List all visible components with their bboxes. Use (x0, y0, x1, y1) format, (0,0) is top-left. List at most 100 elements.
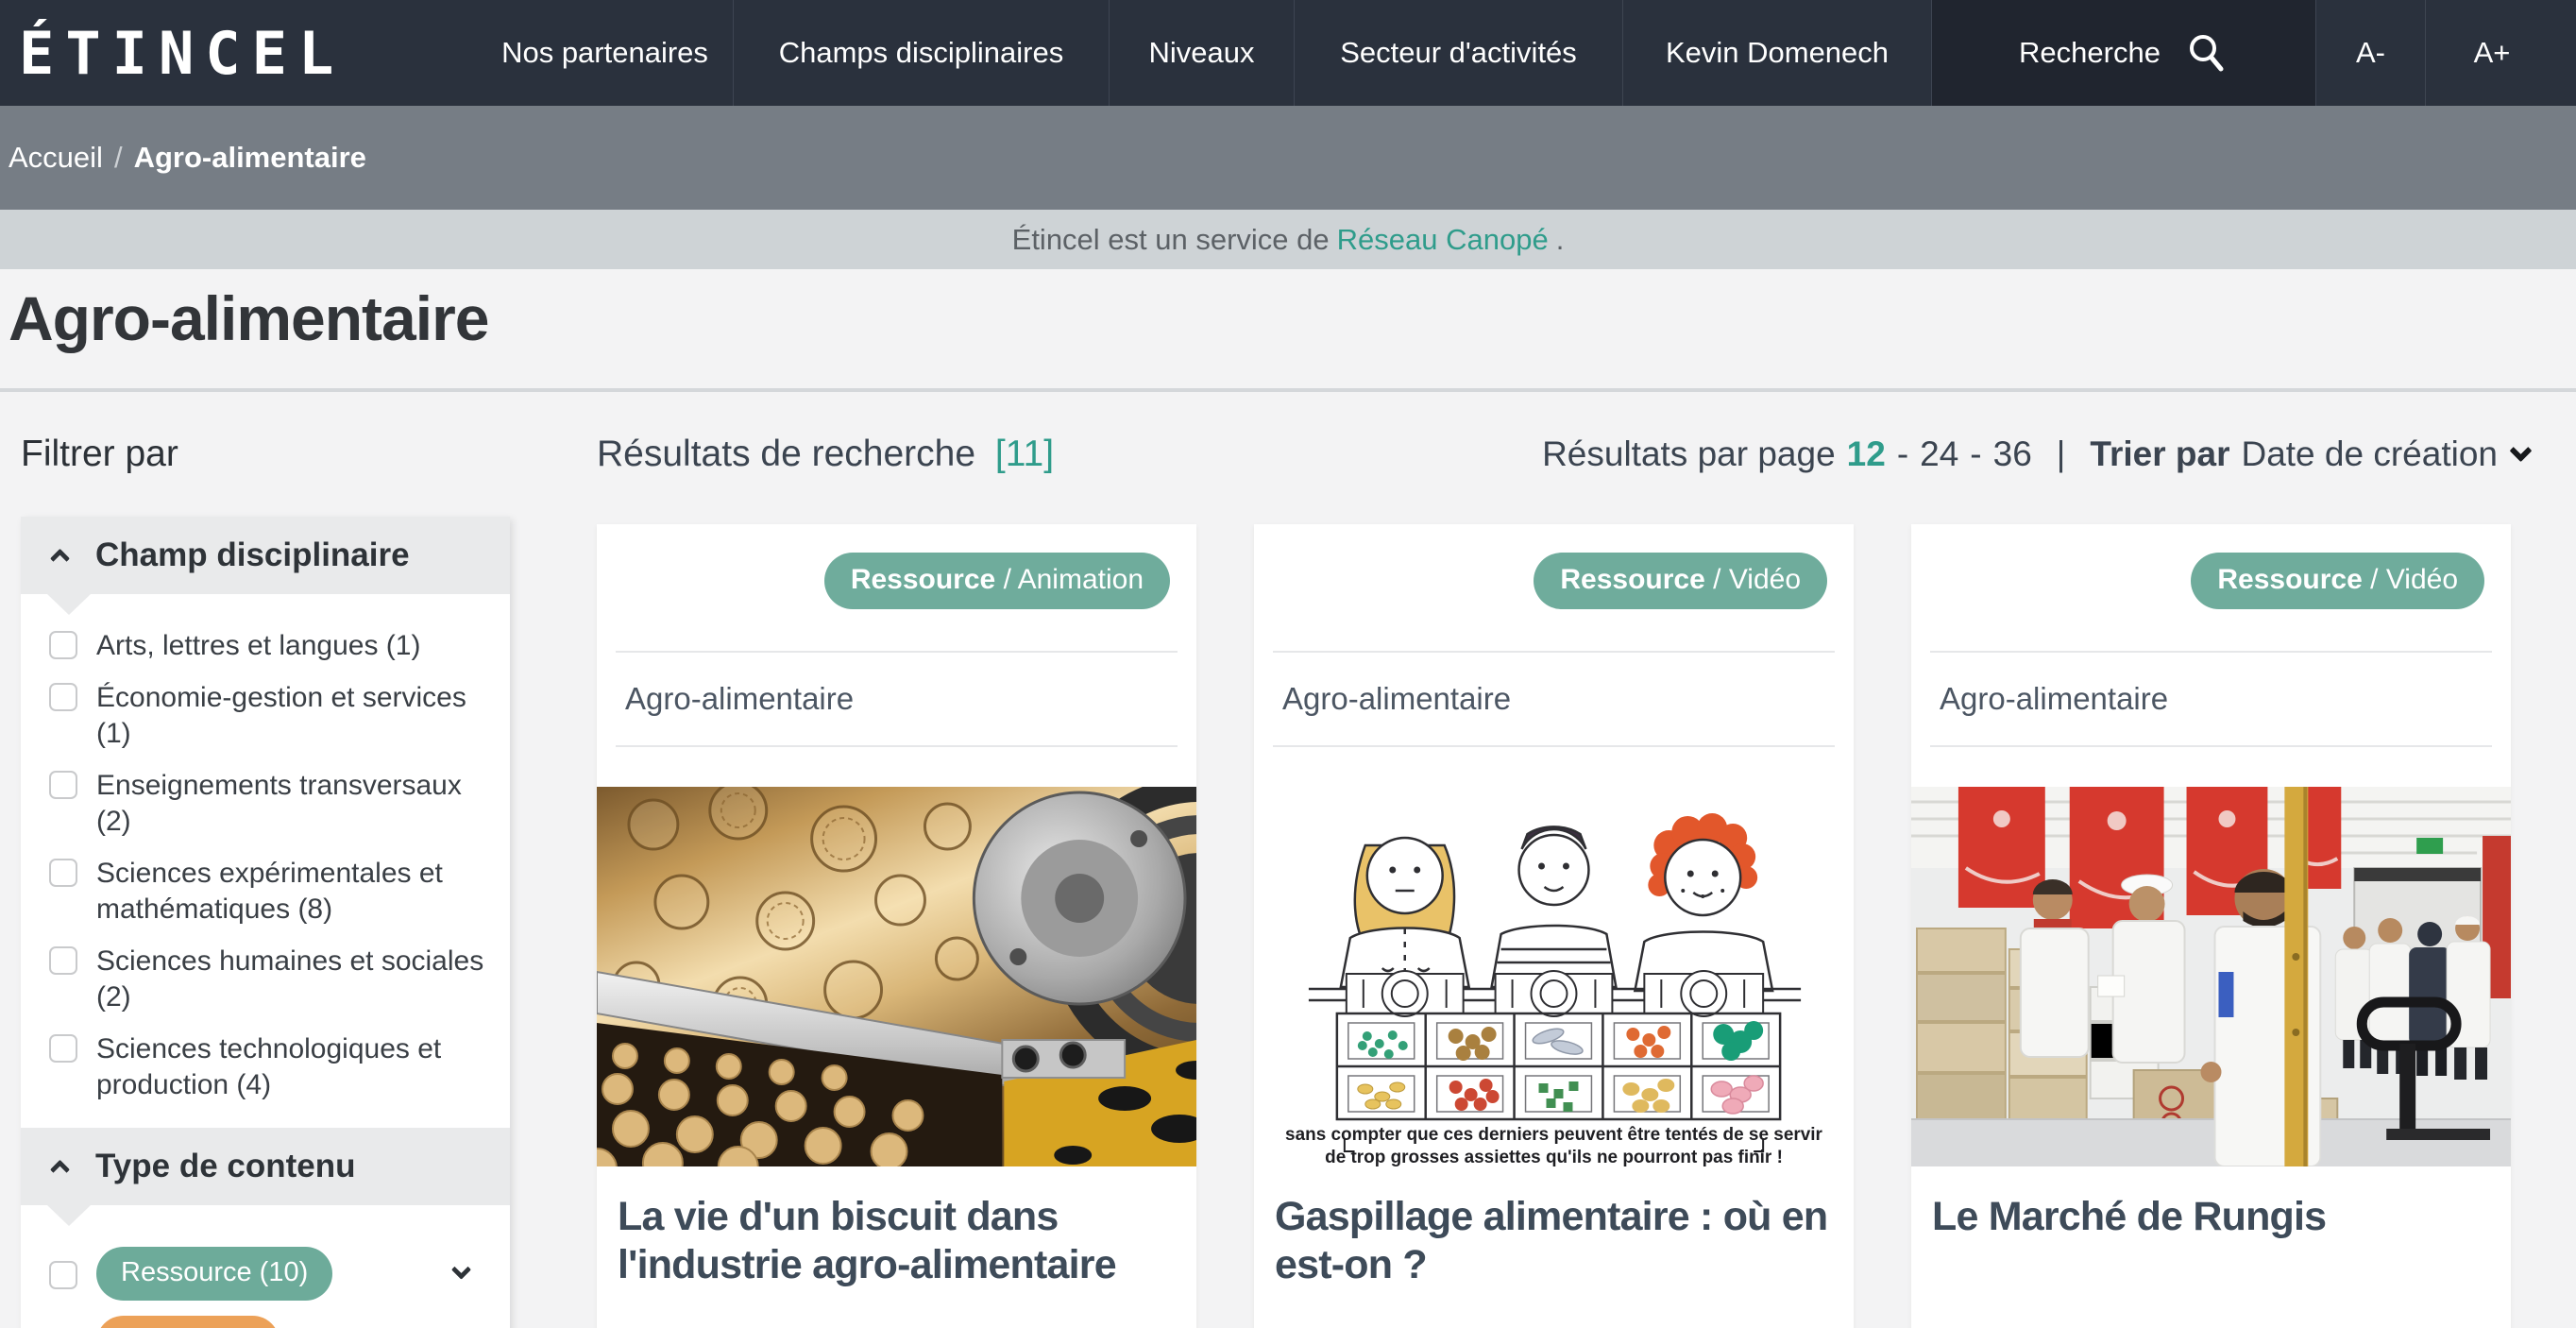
type-badge: Ressource / Vidéo (2191, 553, 2484, 609)
badge-format: Vidéo (1729, 564, 1801, 595)
filter-option-label: Arts, lettres et langues (1) (96, 628, 420, 664)
chevron-up-icon (50, 1159, 70, 1179)
filter-checkbox[interactable] (49, 1034, 77, 1063)
image-caption-line1: sans compter que ces derniers peuvent êt… (1285, 1125, 1822, 1145)
seance-pill[interactable]: Séance (1) (96, 1316, 280, 1328)
filter-sidebar: Filtrer par Champ disciplinaire Arts, le… (21, 392, 510, 1328)
banner-suffix: . (1556, 223, 1565, 257)
search-label: Recherche (2019, 36, 2161, 70)
filter-option-ressource: Ressource (10) (21, 1239, 510, 1308)
rungis-market-thumbnail[interactable] (1911, 787, 2511, 1166)
filter-checkbox[interactable] (49, 631, 77, 659)
filter-section-type-de-contenu[interactable]: Type de contenu (21, 1128, 510, 1205)
chevron-down-icon (2509, 439, 2532, 462)
panel-notch (47, 1205, 91, 1226)
badge-separator: / (995, 564, 1017, 595)
filter-checkbox[interactable] (49, 771, 77, 799)
type-badge: Ressource / Vidéo (1534, 553, 1827, 609)
filter-checkbox[interactable] (49, 1261, 77, 1289)
filter-option-label: Sciences technologiques et production (4… (96, 1031, 487, 1103)
ressource-pill[interactable]: Ressource (10) (96, 1247, 332, 1301)
breadcrumb-separator: / (114, 141, 123, 175)
nav-item-partenaires[interactable]: Nos partenaires (477, 0, 734, 106)
chevron-up-icon (50, 548, 70, 568)
nav-item-recherche[interactable]: Recherche (1932, 0, 2316, 106)
filter-title: Filtrer par (21, 434, 510, 475)
filter-checkbox[interactable] (49, 859, 77, 887)
sort-label: Trier par (2090, 434, 2229, 474)
nav-item-champs-disciplinaires[interactable]: Champs disciplinaires (734, 0, 1110, 106)
search-icon (2185, 31, 2229, 75)
breadcrumb-home-link[interactable]: Accueil (8, 141, 103, 175)
results-area: Résultats de recherche [11] Résultats pa… (597, 392, 2529, 1328)
badge-type: Ressource (1560, 564, 1704, 595)
filter-section-type-panel: Ressource (10) Séance (1) (21, 1205, 510, 1328)
badge-format: Vidéo (2386, 564, 2458, 595)
filter-option-label: Sciences expérimentales et mathématiques… (96, 856, 487, 928)
breadcrumb-current: Agro-alimentaire (134, 141, 366, 175)
filter-option-sciences-experimentales[interactable]: Sciences expérimentales et mathématiques… (49, 856, 487, 928)
card-divider (616, 745, 1178, 747)
panel-notch (47, 594, 91, 615)
results-count: [11] (995, 434, 1054, 474)
filter-option-arts-lettres[interactable]: Arts, lettres et langues (1) (49, 628, 487, 664)
badge-type: Ressource (2217, 564, 2362, 595)
results-header-row: Résultats de recherche [11] Résultats pa… (597, 434, 2529, 475)
image-caption-line2: de trop grosses assiettes qu'ils ne pour… (1325, 1148, 1783, 1166)
card-title[interactable]: Le Marché de Rungis (1911, 1166, 2511, 1241)
per-page-option-36[interactable]: 36 (1993, 434, 2032, 474)
filter-checkbox[interactable] (49, 683, 77, 711)
page-title-block: Agro-alimentaire (0, 269, 2576, 392)
filter-section-champ-panel: Arts, lettres et langues (1) Économie-ge… (21, 594, 510, 1128)
page-title: Agro-alimentaire (8, 282, 2576, 354)
filter-option-seance: Séance (1) (21, 1308, 510, 1328)
per-page-label: Résultats par page (1542, 434, 1836, 474)
banner-text: Étincel est un service de (1012, 223, 1330, 257)
content-area: Filtrer par Champ disciplinaire Arts, le… (0, 392, 2576, 1328)
site-logo[interactable]: ÉTINCEL (0, 0, 477, 106)
filter-section-label: Champ disciplinaire (95, 536, 410, 574)
badge-row: Ressource / Animation (597, 524, 1196, 609)
biscuit-factory-thumbnail[interactable] (597, 787, 1196, 1166)
card-title[interactable]: La vie d'un biscuit dans l'industrie agr… (597, 1166, 1196, 1288)
service-banner: Étincel est un service de Réseau Canopé … (0, 210, 2576, 269)
card-category: Agro-alimentaire (1254, 653, 1854, 745)
dash: - (1970, 434, 1981, 474)
breadcrumb: Accueil / Agro-alimentaire (0, 106, 2576, 210)
card-divider (1930, 745, 2492, 747)
top-navigation: ÉTINCEL Nos partenaires Champs disciplin… (0, 0, 2576, 106)
card-category: Agro-alimentaire (597, 653, 1196, 745)
badge-separator: / (1705, 564, 1729, 595)
reseau-canope-link[interactable]: Réseau Canopé (1337, 223, 1549, 257)
dash: - (1897, 434, 1908, 474)
sort-value-text: Date de création (2241, 434, 2498, 474)
filter-option-label: Enseignements transversaux (2) (96, 768, 487, 840)
results-grid: Ressource / Animation Agro-alimentaire (597, 524, 2529, 1328)
per-page-option-24[interactable]: 24 (1920, 434, 1958, 474)
filter-option-enseignements-transversaux[interactable]: Enseignements transversaux (2) (49, 768, 487, 840)
nav-item-secteur-activites[interactable]: Secteur d'activités (1295, 0, 1623, 106)
badge-row: Ressource / Vidéo (1911, 524, 2511, 609)
filter-option-economie-gestion[interactable]: Économie-gestion et services (1) (49, 680, 487, 752)
filter-option-label: Économie-gestion et services (1) (96, 680, 487, 752)
nav-item-niveaux[interactable]: Niveaux (1110, 0, 1295, 106)
filter-option-sciences-technologiques[interactable]: Sciences technologiques et production (4… (49, 1031, 487, 1103)
result-card-gaspillage: Ressource / Vidéo Agro-alimentaire (1254, 524, 1854, 1328)
filter-section-champ-disciplinaire[interactable]: Champ disciplinaire (21, 517, 510, 594)
results-title: Résultats de recherche [11] (597, 434, 1054, 475)
controls-divider: | (2057, 434, 2066, 474)
filter-option-sciences-humaines[interactable]: Sciences humaines et sociales (2) (49, 944, 487, 1015)
chevron-down-icon[interactable] (451, 1260, 471, 1280)
font-decrease-button[interactable]: A- (2316, 0, 2426, 106)
nav-item-user-kevin-domenech[interactable]: Kevin Domenech (1623, 0, 1932, 106)
filter-checkbox[interactable] (49, 946, 77, 975)
card-title[interactable]: Gaspillage alimentaire : où en est-on ? (1254, 1166, 1854, 1288)
sort-dropdown[interactable]: Date de création (2241, 434, 2529, 474)
filter-panel: Champ disciplinaire Arts, lettres et lan… (21, 517, 510, 1328)
card-category: Agro-alimentaire (1911, 653, 2511, 745)
badge-format: Animation (1018, 564, 1144, 595)
font-increase-button[interactable]: A+ (2426, 0, 2558, 106)
food-waste-illustration-thumbnail[interactable]: sans compter que ces derniers peuvent êt… (1254, 787, 1854, 1166)
card-divider (1273, 745, 1835, 747)
per-page-option-12[interactable]: 12 (1847, 434, 1886, 474)
